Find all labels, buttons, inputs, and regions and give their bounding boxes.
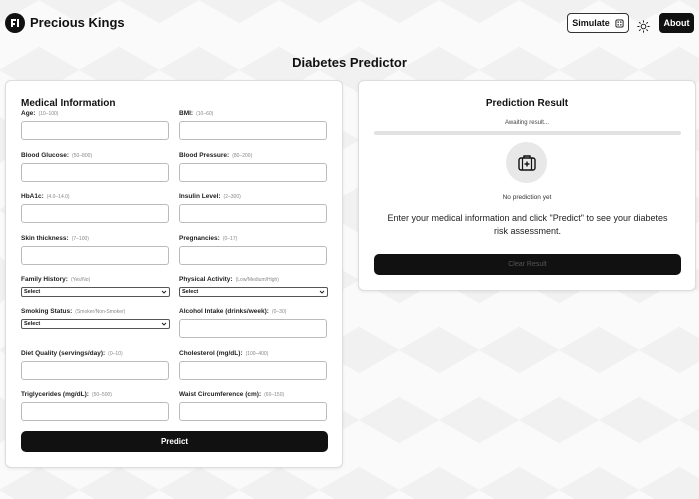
chevron-down-icon bbox=[319, 290, 325, 294]
blood-glucose-input[interactable] bbox=[21, 163, 169, 182]
section-title: Medical Information bbox=[21, 98, 116, 109]
skin-thickness-label: Skin thickness: (7–100) bbox=[21, 235, 89, 242]
simulate-label: Simulate bbox=[572, 18, 610, 28]
triglycerides-input[interactable] bbox=[21, 402, 169, 421]
hba1c-label: HbA1c: (4.0–14.0) bbox=[21, 193, 70, 200]
alcohol-intake-input[interactable] bbox=[179, 319, 327, 338]
alcohol-intake-label: Alcohol Intake (drinks/week): (0–30) bbox=[179, 308, 287, 315]
triglycerides-label: Triglycerides (mg/dL): (50–500) bbox=[21, 391, 112, 398]
top-bar: Precious Kings Simulate About bbox=[0, 0, 699, 46]
insulin-level-input[interactable] bbox=[179, 204, 327, 223]
blood-pressure-label: Blood Pressure: (80–200) bbox=[179, 152, 253, 159]
sun-icon[interactable] bbox=[637, 20, 650, 33]
pregnancies-input[interactable] bbox=[179, 246, 327, 265]
family-history-label: Family History: (Yes/No) bbox=[21, 276, 91, 283]
chevron-down-icon bbox=[161, 290, 167, 294]
medical-kit-icon bbox=[506, 142, 547, 183]
physical-activity-label: Physical Activity: (Low/Medium/High) bbox=[179, 276, 279, 283]
age-input[interactable] bbox=[21, 121, 169, 140]
family-history-select[interactable]: Select bbox=[21, 287, 170, 297]
no-prediction-text: No prediction yet bbox=[502, 194, 552, 201]
diet-quality-label: Diet Quality (servings/day): (0–10) bbox=[21, 350, 123, 357]
cholesterol-label: Cholesterol (mg/dL): (100–400) bbox=[179, 350, 269, 357]
diet-quality-input[interactable] bbox=[21, 361, 169, 380]
bmi-label: BMI: (10–60) bbox=[179, 110, 214, 117]
pregnancies-label: Pregnancies: (0–17) bbox=[179, 235, 238, 242]
hba1c-input[interactable] bbox=[21, 204, 169, 223]
age-label: Age: (10–100) bbox=[21, 110, 59, 117]
status-text: Awaiting result... bbox=[505, 120, 549, 126]
chevron-down-icon bbox=[161, 322, 167, 326]
medical-information-card: Medical Information Age: (10–100) BMI: (10… bbox=[5, 80, 343, 468]
blood-pressure-input[interactable] bbox=[179, 163, 327, 182]
insulin-level-label: Insulin Level: (2–300) bbox=[179, 193, 241, 200]
brand-logo-icon[interactable] bbox=[5, 13, 25, 33]
clear-result-button[interactable]: Clear Result bbox=[374, 254, 681, 275]
physical-activity-select[interactable]: Select bbox=[179, 287, 328, 297]
bmi-input[interactable] bbox=[179, 121, 327, 140]
instruction-text: Enter your medical information and click… bbox=[387, 213, 668, 236]
waist-circumference-label: Waist Circumference (cm): (60–150) bbox=[179, 391, 285, 398]
page-title: Diabetes Predictor bbox=[292, 55, 407, 70]
prediction-result-card: Prediction Result Awaiting result... No … bbox=[358, 80, 696, 291]
cholesterol-input[interactable] bbox=[179, 361, 327, 380]
predict-button[interactable]: Predict bbox=[21, 431, 328, 452]
brand-name[interactable]: Precious Kings bbox=[30, 15, 125, 30]
waist-circumference-input[interactable] bbox=[179, 402, 327, 421]
skin-thickness-input[interactable] bbox=[21, 246, 169, 265]
dice-icon bbox=[615, 18, 624, 28]
blood-glucose-label: Blood Glucose: (50–800) bbox=[21, 152, 93, 159]
progress-bar bbox=[374, 131, 681, 135]
smoking-status-select[interactable]: Select bbox=[21, 319, 170, 329]
smoking-status-label: Smoking Status: (Smoker/Non-Smoker) bbox=[21, 308, 126, 315]
simulate-button[interactable]: Simulate bbox=[567, 13, 629, 33]
about-button[interactable]: About bbox=[659, 13, 694, 33]
result-title: Prediction Result bbox=[485, 98, 569, 109]
